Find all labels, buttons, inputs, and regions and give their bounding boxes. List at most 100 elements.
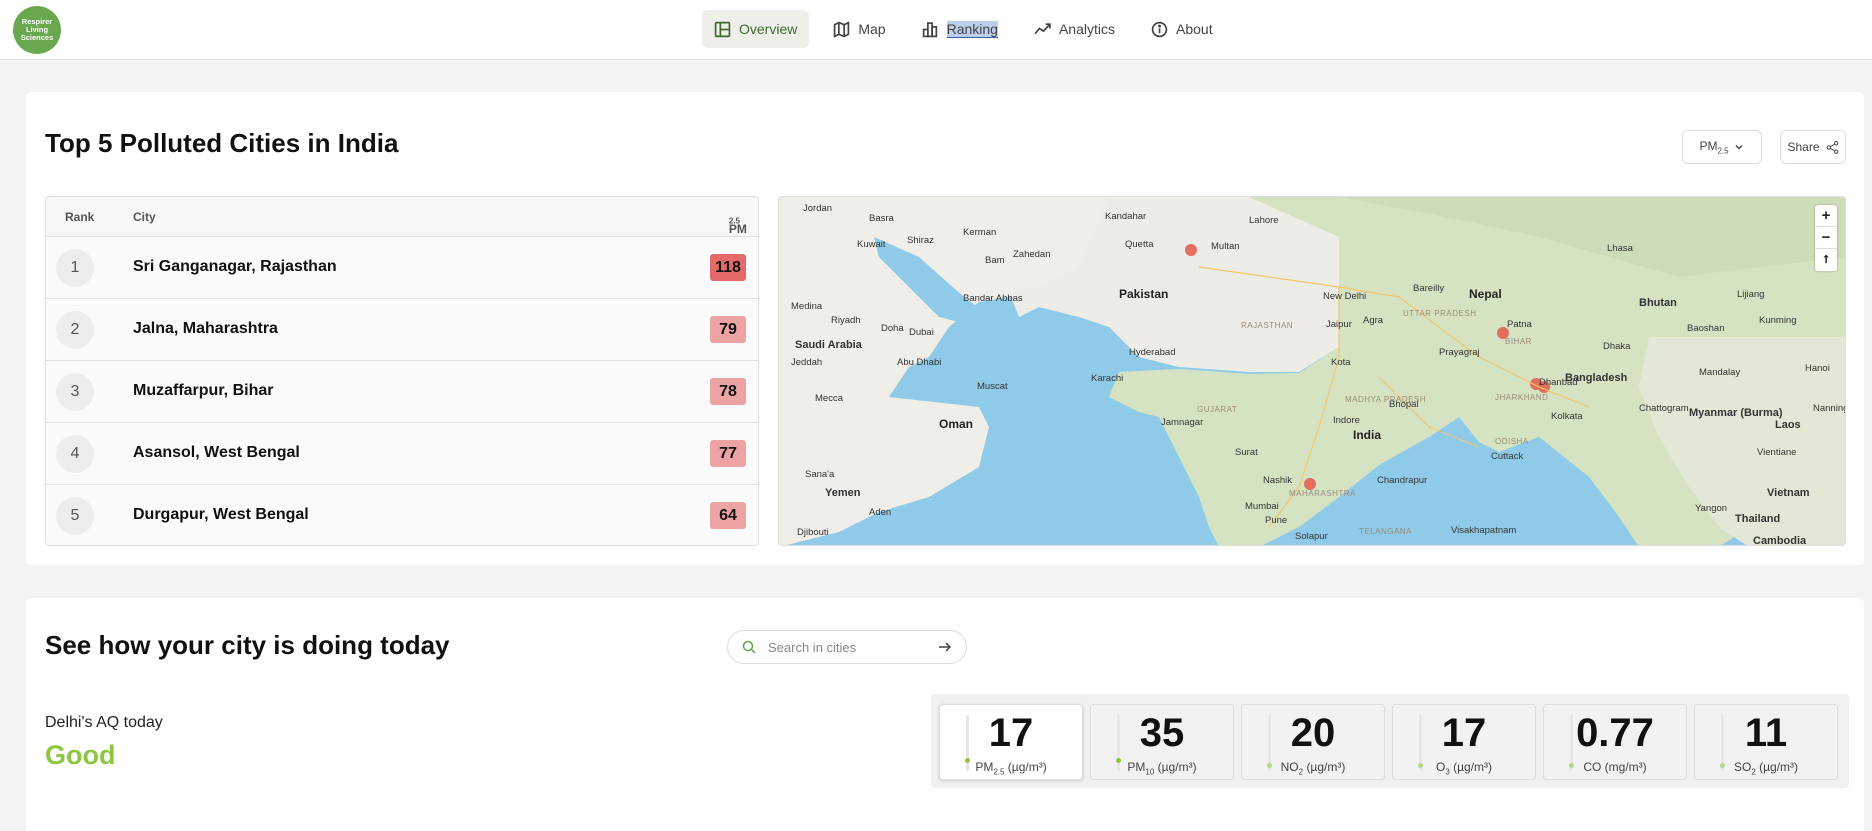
dropdown-value: PM2.5	[1699, 138, 1729, 156]
chevron-down-icon	[1735, 144, 1743, 150]
arrow-right-icon[interactable]	[938, 640, 952, 654]
map-label: Basra	[869, 213, 894, 224]
pollutant-cards: 17 PM2.5 (µg/m³) 35 PM10 (µg/m³) 20 NO2 (µg/m…	[931, 694, 1849, 788]
pm25-value: 77	[710, 440, 746, 467]
pollutant-card[interactable]: 11 SO2 (µg/m³)	[1694, 704, 1838, 780]
map-label: Baoshan	[1687, 323, 1725, 334]
header-city: City	[133, 210, 156, 224]
map-label: ODISHA	[1495, 437, 1529, 446]
table-row[interactable]: 3 Muzaffarpur, Bihar 78	[46, 361, 758, 423]
zoom-out-button[interactable]: −	[1815, 227, 1837, 249]
map-label: Chandrapur	[1377, 475, 1428, 486]
layout-icon	[714, 21, 731, 37]
map-label: Kota	[1331, 357, 1351, 368]
map-label: Oman	[939, 417, 974, 431]
pollution-map[interactable]: Pakistan Nepal Bhutan Bangladesh India Oman Ye…	[778, 196, 1846, 546]
top-navigation-bar: Respirer Living Sciences Overview Map Ra…	[0, 0, 1872, 60]
pollutant-unit: O3 (µg/m³)	[1435, 760, 1493, 777]
rank-badge: 1	[56, 249, 94, 287]
map-label: Mumbai	[1245, 501, 1279, 512]
ranking-title: Top 5 Polluted Cities in India	[45, 128, 399, 158]
share-button[interactable]: Share	[1780, 130, 1846, 164]
nav-ranking[interactable]: Ranking	[910, 10, 1010, 48]
map-label: Hanoi	[1805, 363, 1830, 374]
map-label: Agra	[1363, 315, 1384, 326]
pollutant-unit: PM10 (µg/m³)	[1127, 760, 1197, 777]
share-label: Share	[1787, 140, 1820, 154]
map-label: Sana'a	[805, 469, 835, 480]
pollutant-dropdown[interactable]: PM2.5	[1682, 130, 1762, 164]
city-search-box[interactable]: Search in cities	[727, 630, 967, 664]
header-pm25: PM 2.5	[728, 216, 747, 236]
pollutant-card[interactable]: 17 PM2.5 (µg/m³)	[939, 704, 1083, 780]
respirer-logo[interactable]: Respirer Living Sciences	[13, 6, 61, 54]
nav-label: Map	[858, 21, 886, 37]
pollutant-value: 17	[988, 711, 1034, 755]
ranking-table: Rank City PM 2.5 1 Sri Ganganagar, Rajasth…	[45, 196, 759, 546]
zoom-in-button[interactable]: +	[1815, 205, 1837, 227]
map-label: Lijiang	[1737, 289, 1765, 300]
map-label: Vietnam	[1767, 487, 1810, 499]
map-label: MADHYA PRADESH	[1345, 395, 1427, 404]
map-label: India	[1353, 428, 1382, 442]
table-row[interactable]: 1 Sri Ganganagar, Rajasthan 118	[46, 237, 758, 299]
map-label: Pakistan	[1119, 287, 1169, 301]
pollutant-card[interactable]: 17 O3 (µg/m³)	[1392, 704, 1536, 780]
map-label: Nashik	[1263, 475, 1293, 486]
map-label: Kuwait	[857, 239, 886, 250]
map-label: Shiraz	[907, 235, 934, 246]
map-label: Kolkata	[1551, 411, 1583, 422]
map-label: Quetta	[1125, 239, 1154, 250]
map-label: Jamnagar	[1161, 417, 1204, 428]
rank-badge: 4	[56, 435, 94, 473]
map-label: Abu Dhabi	[897, 357, 942, 368]
map-label: Djibouti	[797, 527, 829, 538]
map-label: Mecca	[815, 393, 843, 404]
map-label: Kandahar	[1105, 211, 1147, 222]
pm25-value: 79	[710, 316, 746, 343]
nav-map[interactable]: Map	[821, 10, 897, 48]
map-label: Bareilly	[1413, 283, 1445, 294]
map-label: Muscat	[977, 381, 1008, 392]
map-label: Dubai	[909, 327, 934, 338]
map-label: Kunming	[1759, 315, 1797, 326]
header-rank: Rank	[65, 210, 95, 224]
map-label: Patna	[1507, 319, 1532, 330]
map-label: Dhanbad	[1539, 377, 1578, 388]
map-label: RAJASTHAN	[1241, 321, 1294, 330]
map-label: Surat	[1235, 447, 1258, 458]
map-label: Jordan	[803, 203, 833, 214]
reset-north-button[interactable]: ⭡	[1815, 249, 1837, 271]
pollutant-value: 17	[1441, 711, 1487, 755]
rank-badge: 5	[56, 497, 94, 535]
aq-label: Delhi's AQ today	[45, 714, 163, 731]
nav-label: Analytics	[1058, 21, 1115, 37]
city-check-card: See how your city is doing today Search …	[26, 598, 1864, 831]
nav-analytics[interactable]: Analytics	[1022, 10, 1127, 48]
table-row[interactable]: 4 Asansol, West Bengal 77	[46, 423, 758, 485]
share-icon	[1826, 140, 1838, 154]
map-label: GUJARAT	[1197, 405, 1238, 414]
map-label: Nepal	[1469, 287, 1502, 301]
nav-overview[interactable]: Overview	[702, 10, 810, 48]
map-label: New Delhi	[1323, 291, 1367, 302]
map-label: Lhasa	[1607, 243, 1633, 254]
search-input[interactable]: Search in cities	[768, 640, 926, 655]
pollutant-card[interactable]: 20 NO2 (µg/m³)	[1241, 704, 1385, 780]
table-row[interactable]: 5 Durgapur, West Bengal 64	[46, 485, 758, 545]
map-label: Jeddah	[791, 357, 823, 368]
rank-badge: 2	[56, 311, 94, 349]
table-row[interactable]: 2 Jalna, Maharashtra 79	[46, 299, 758, 361]
map-label: Visakhapatnam	[1451, 525, 1517, 536]
pm25-value: 78	[710, 378, 746, 405]
pollutant-card[interactable]: 0.77 CO (mg/m³)	[1543, 704, 1687, 780]
city-check-title: See how your city is doing today	[45, 630, 450, 660]
pollutant-card[interactable]: 35 PM10 (µg/m³)	[1090, 704, 1234, 780]
nav-about[interactable]: About	[1139, 10, 1225, 48]
pollutant-value: 35	[1139, 711, 1185, 755]
nav-label: Overview	[739, 21, 798, 37]
map-label: BIHAR	[1505, 337, 1532, 346]
map-zoom-controls: + − ⭡	[1815, 205, 1837, 271]
map-label: Aden	[869, 507, 892, 518]
nav-label: About	[1176, 21, 1213, 37]
